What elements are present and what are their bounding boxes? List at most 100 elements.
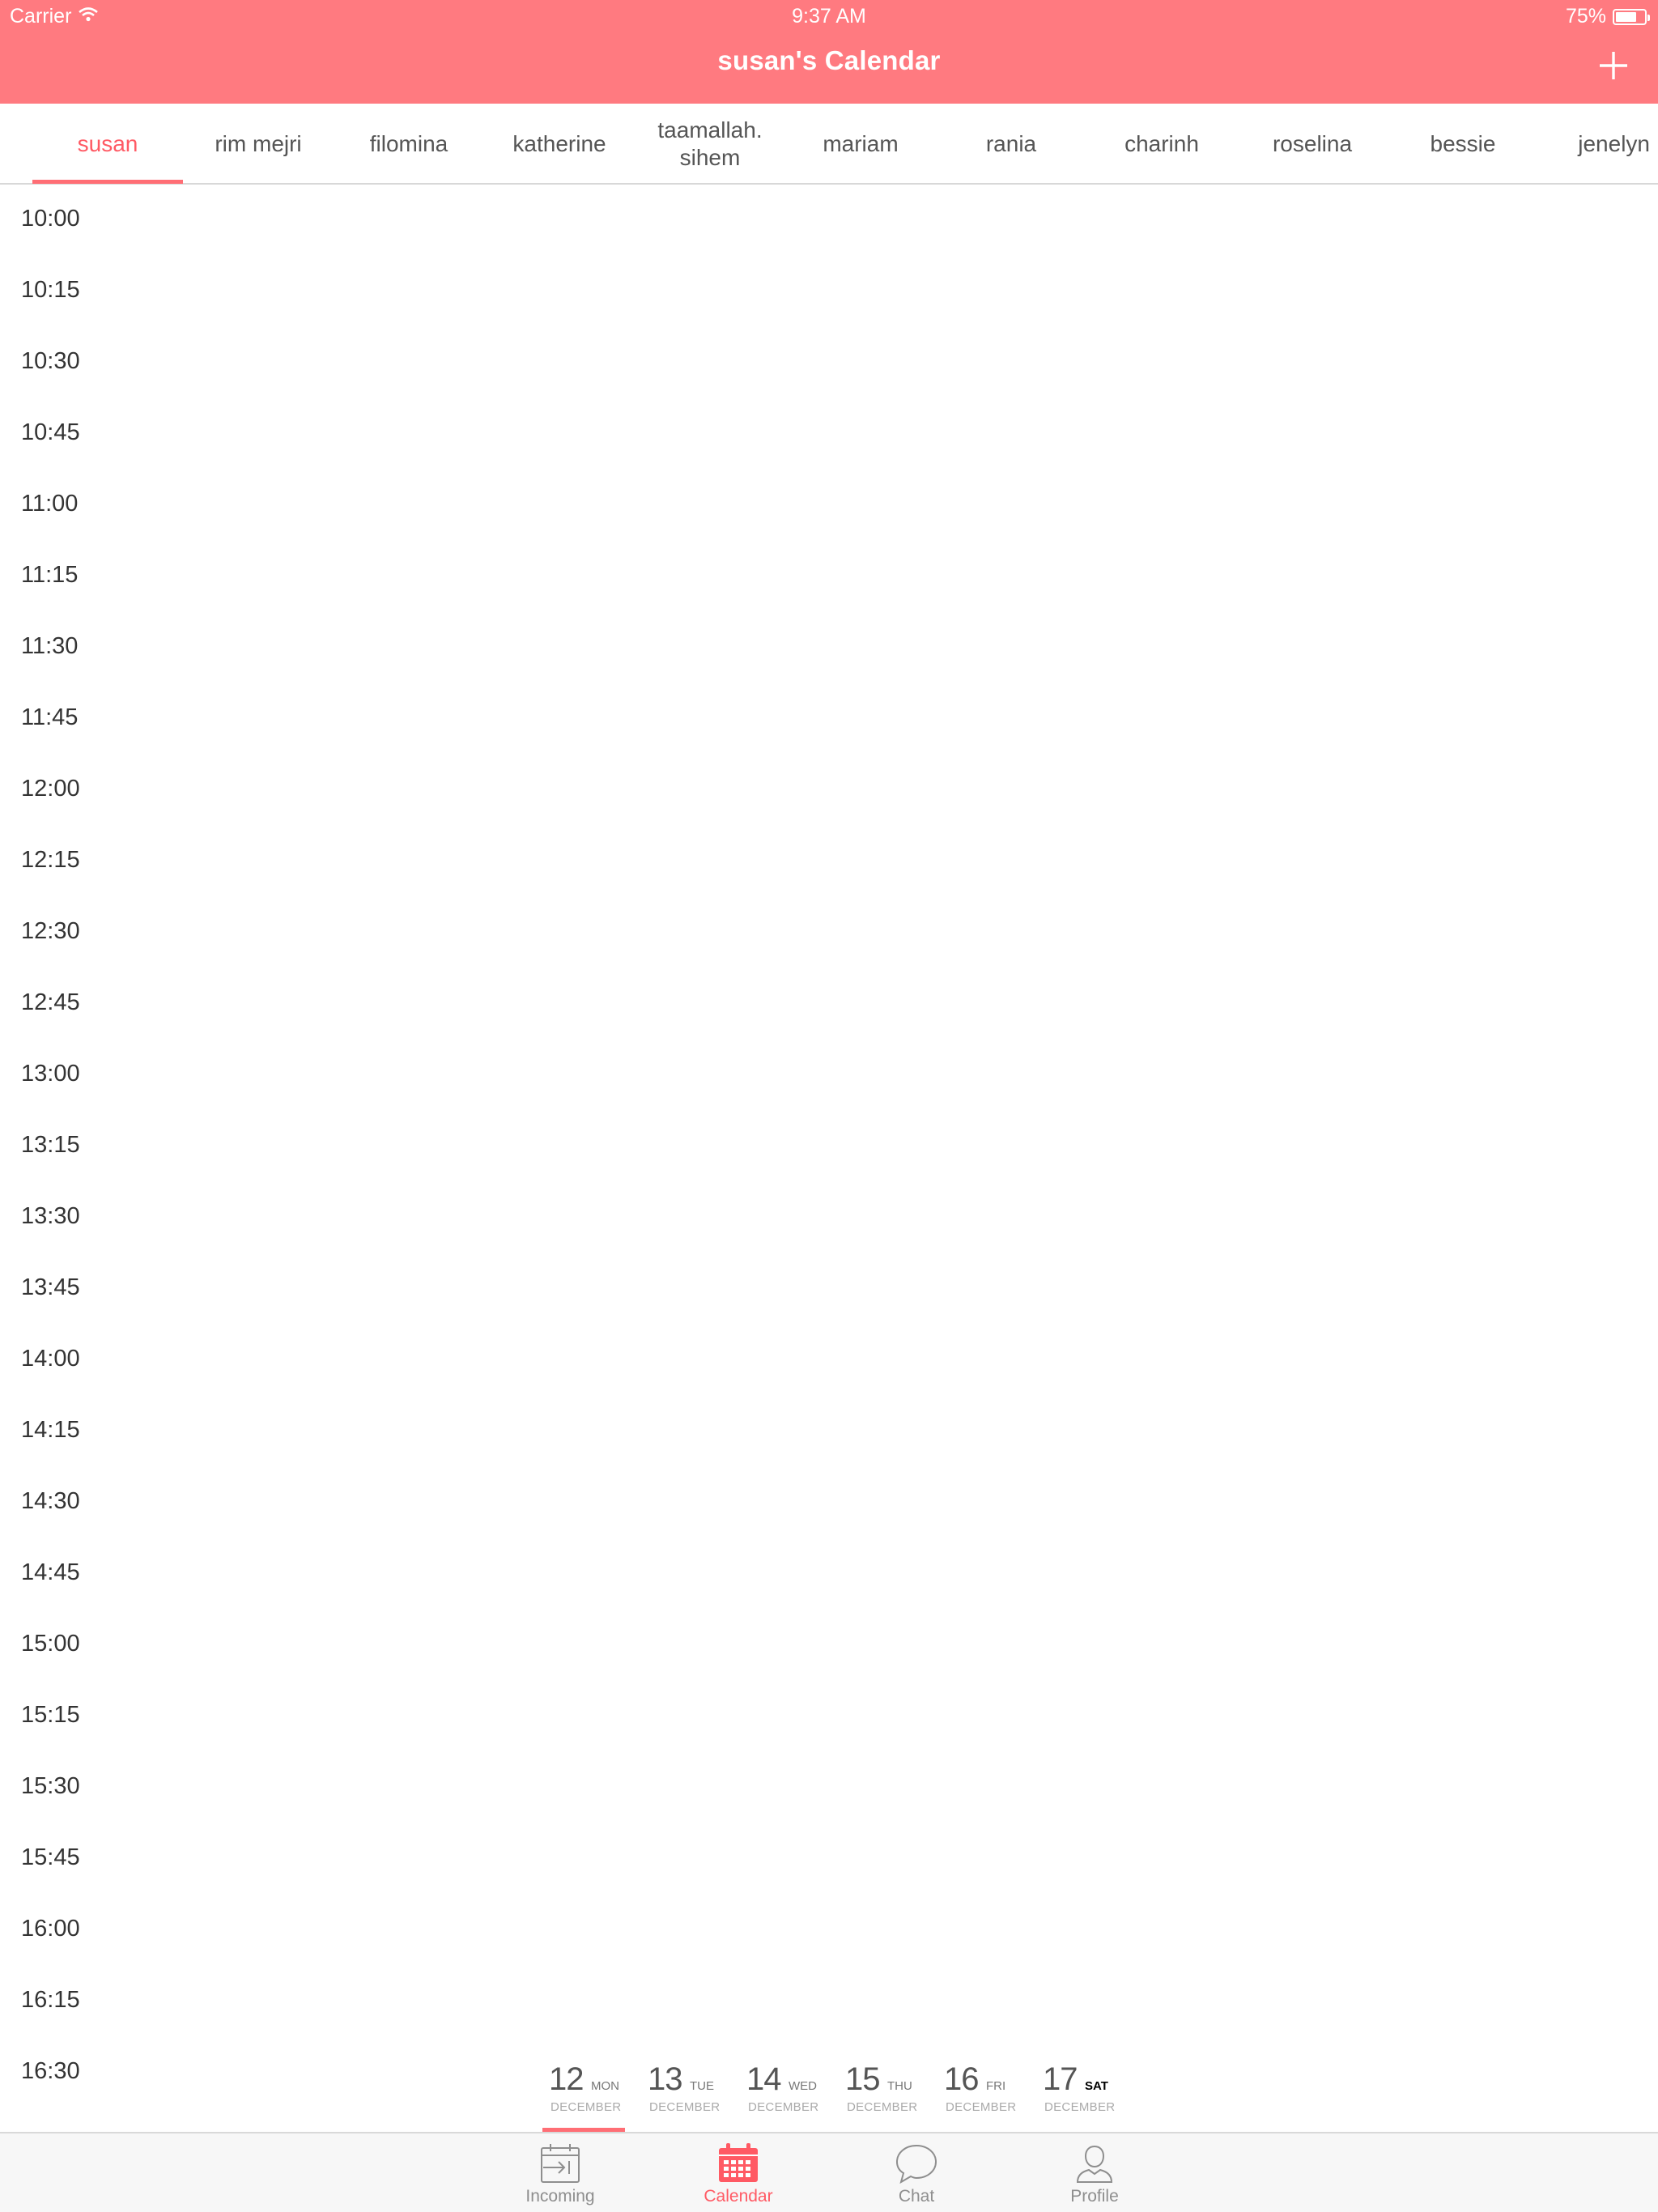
tab-label: susan xyxy=(77,131,138,156)
tabbar-label: Chat xyxy=(898,2187,935,2206)
staff-tabs: susan rim mejri filomina katherine taama… xyxy=(0,104,1658,185)
day-weekday: SAT xyxy=(1085,2079,1108,2093)
time-label: 15:00 xyxy=(21,1631,80,1657)
day-number: 16 xyxy=(944,2061,979,2097)
tab-label: bessie xyxy=(1430,131,1496,156)
day-month: DECEMBER xyxy=(748,2100,819,2114)
tab-label: roselina xyxy=(1272,131,1353,156)
day-weekday: THU xyxy=(887,2079,912,2093)
tab-staff-taamallah-sihem[interactable]: taamallah. sihem xyxy=(635,104,785,185)
tab-label: rania xyxy=(985,131,1037,156)
tab-staff-bessie[interactable]: bessie xyxy=(1388,104,1538,185)
add-button[interactable] xyxy=(1595,47,1632,84)
day-item-16[interactable]: 16 FRI DECEMBER xyxy=(936,2055,1033,2133)
time-label: 15:30 xyxy=(21,1773,80,1799)
tabbar-item-calendar[interactable]: Calendar xyxy=(674,2133,803,2212)
time-label: 16:15 xyxy=(21,1987,80,2013)
tab-staff-roselina[interactable]: roselina xyxy=(1237,104,1388,185)
battery-percent: 75% xyxy=(1565,5,1606,28)
battery-icon xyxy=(1613,8,1650,25)
tab-staff-mariam[interactable]: mariam xyxy=(785,104,936,185)
time-label: 12:45 xyxy=(21,989,80,1015)
status-time: 9:37 AM xyxy=(792,5,866,28)
day-number: 12 xyxy=(549,2061,584,2097)
header-bar: Carrier 9:37 AM 75% susan's Calendar xyxy=(0,0,1658,104)
tabbar-label: Incoming xyxy=(525,2187,595,2206)
day-number: 14 xyxy=(746,2061,781,2097)
time-label: 11:30 xyxy=(21,633,79,659)
tabbar-label: Profile xyxy=(1070,2187,1119,2206)
day-number: 17 xyxy=(1043,2061,1078,2097)
profile-icon xyxy=(1073,2142,1116,2185)
day-number: 13 xyxy=(648,2061,682,2097)
tab-staff-rim-mejri[interactable]: rim mejri xyxy=(183,104,334,185)
tabbar-item-chat[interactable]: Chat xyxy=(852,2133,981,2212)
time-label: 12:15 xyxy=(21,847,80,873)
tab-label: jenelyn xyxy=(1578,131,1650,156)
calendar-icon xyxy=(716,2142,760,2185)
tab-label: taamallah. sihem xyxy=(657,117,763,170)
time-label: 16:30 xyxy=(21,2058,80,2084)
day-weekday: FRI xyxy=(986,2079,1006,2093)
tab-bar: Incoming Calendar Chat Profile xyxy=(0,2132,1658,2212)
day-item-12[interactable]: 12 MON DECEMBER xyxy=(541,2055,638,2133)
tab-staff-jenelyn[interactable]: jenelyn xyxy=(1538,104,1658,185)
tab-staff-filomina[interactable]: filomina xyxy=(334,104,484,185)
time-label: 16:00 xyxy=(21,1916,80,1942)
time-label: 13:15 xyxy=(21,1132,80,1158)
chat-icon xyxy=(895,2142,938,2185)
page-title: susan's Calendar xyxy=(717,45,941,75)
time-label: 15:45 xyxy=(21,1844,80,1870)
time-label: 14:00 xyxy=(21,1346,80,1372)
day-month: DECEMBER xyxy=(551,2100,622,2114)
battery-indicator: 75% xyxy=(1565,5,1650,28)
time-grid[interactable]: 10:00 10:15 10:30 10:45 11:00 11:15 11:3… xyxy=(0,186,1658,2132)
plus-icon xyxy=(1595,47,1632,84)
day-item-13[interactable]: 13 TUE DECEMBER xyxy=(640,2055,737,2133)
time-label: 11:15 xyxy=(21,562,79,588)
tab-staff-charinh[interactable]: charinh xyxy=(1086,104,1237,185)
time-label: 14:15 xyxy=(21,1417,80,1443)
tabbar-item-profile[interactable]: Profile xyxy=(1030,2133,1159,2212)
time-label: 14:30 xyxy=(21,1488,80,1514)
time-label: 11:45 xyxy=(21,704,79,730)
day-item-17[interactable]: 17 SAT DECEMBER xyxy=(1035,2055,1132,2133)
time-label: 13:45 xyxy=(21,1274,80,1300)
time-label: 12:00 xyxy=(21,776,80,802)
time-label: 10:15 xyxy=(21,277,80,303)
time-label: 14:45 xyxy=(21,1559,80,1585)
tab-label: filomina xyxy=(369,131,449,156)
time-label: 12:30 xyxy=(21,918,80,944)
day-month: DECEMBER xyxy=(649,2100,721,2114)
time-label: 11:00 xyxy=(21,491,79,517)
tab-staff-rania[interactable]: rania xyxy=(936,104,1086,185)
active-tab-indicator xyxy=(32,180,183,184)
tabbar-label: Calendar xyxy=(704,2187,773,2206)
tab-label: charinh xyxy=(1124,131,1199,156)
tab-staff-susan[interactable]: susan xyxy=(32,104,183,185)
tab-staff-katherine[interactable]: katherine xyxy=(484,104,635,185)
time-label: 13:30 xyxy=(21,1203,80,1229)
battery-tip xyxy=(1647,14,1650,21)
status-bar: Carrier 9:37 AM 75% xyxy=(0,0,1658,32)
day-weekday: TUE xyxy=(690,2079,714,2093)
day-number: 15 xyxy=(845,2061,880,2097)
tabbar-item-incoming[interactable]: Incoming xyxy=(495,2133,625,2212)
app-root: Carrier 9:37 AM 75% susan's Calendar sus… xyxy=(0,0,1658,2212)
day-item-15[interactable]: 15 THU DECEMBER xyxy=(837,2055,934,2133)
incoming-icon xyxy=(538,2142,582,2185)
tab-label: mariam xyxy=(823,131,899,156)
time-label: 10:45 xyxy=(21,419,80,445)
day-weekday: MON xyxy=(591,2079,619,2093)
tab-label: katherine xyxy=(512,131,606,156)
day-weekday: WED xyxy=(789,2079,817,2093)
day-item-14[interactable]: 14 WED DECEMBER xyxy=(738,2055,835,2133)
time-label: 13:00 xyxy=(21,1061,80,1087)
day-month: DECEMBER xyxy=(847,2100,918,2114)
day-selector: 12 MON DECEMBER 13 TUE DECEMBER 14 WED D… xyxy=(541,2055,1130,2133)
day-month: DECEMBER xyxy=(1044,2100,1116,2114)
time-label: 15:15 xyxy=(21,1702,80,1728)
day-month: DECEMBER xyxy=(946,2100,1017,2114)
time-label: 10:00 xyxy=(21,206,80,232)
tab-label: rim mejri xyxy=(215,131,302,156)
